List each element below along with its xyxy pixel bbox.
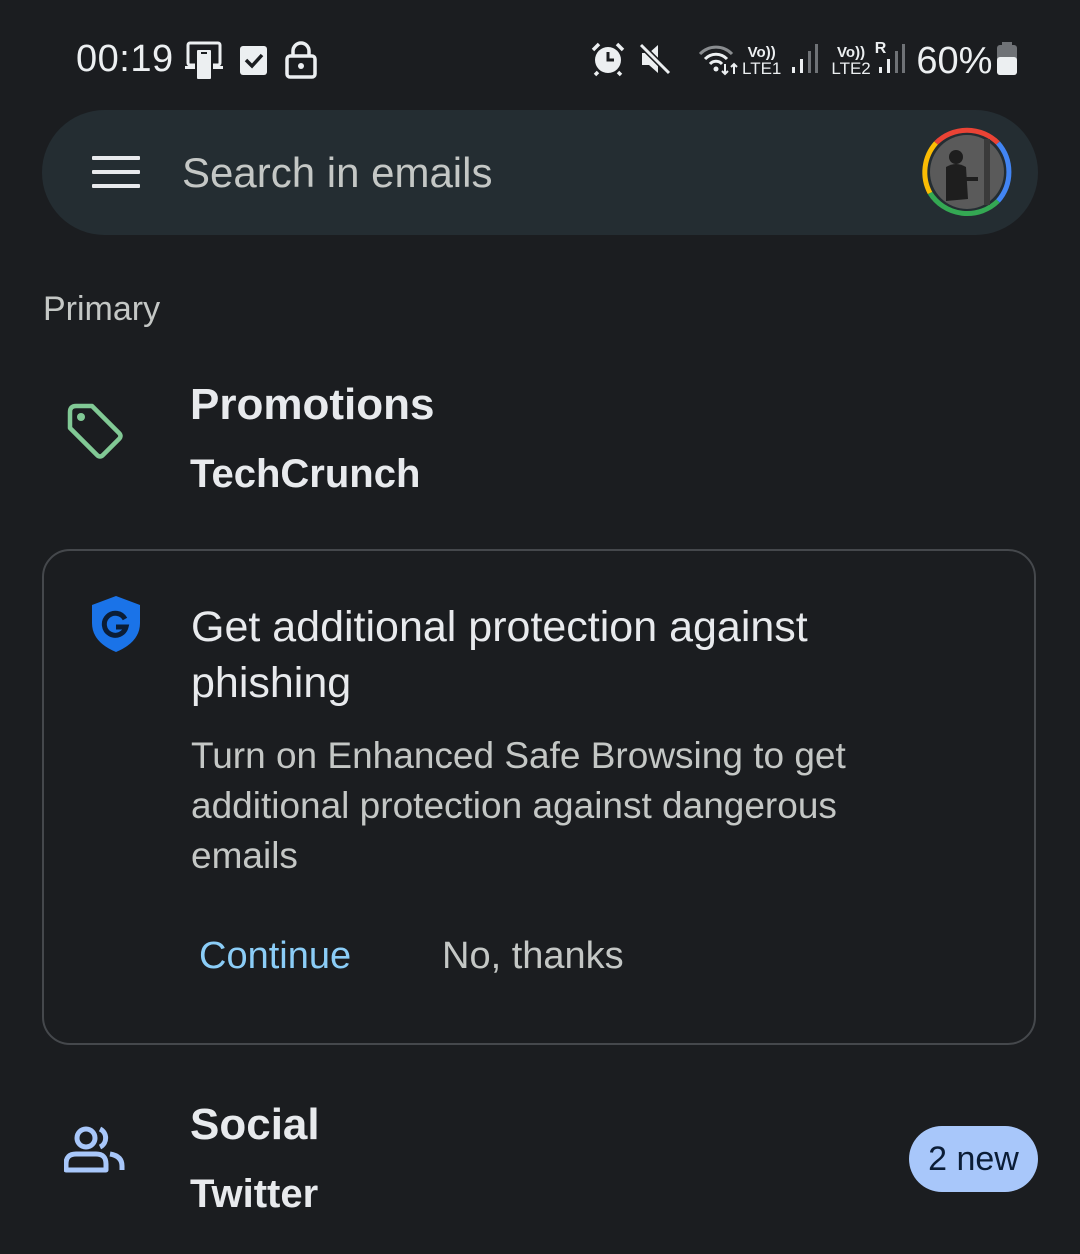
checkbox-icon [238,43,270,82]
search-bar[interactable] [42,110,1038,235]
wifi-icon [698,42,740,81]
safe-browsing-card: Get additional protection against phishi… [42,549,1036,1045]
search-input[interactable] [180,140,884,206]
signal-sim1-icon [791,43,819,80]
continue-button[interactable]: Continue [199,935,351,978]
sim1-network: Vo)) LTE1 [742,44,782,78]
category-promotions[interactable]: Promotions TechCrunch [0,370,1080,510]
battery-icon [996,41,1018,81]
account-avatar[interactable] [916,121,1018,223]
card-title: Get additional protection against phishi… [191,603,808,707]
category-title: Social [190,1100,320,1149]
new-count-badge: 2 new [909,1126,1038,1192]
category-sender: Twitter [190,1172,319,1216]
lock-icon [284,41,318,84]
status-time: 00:19 [76,38,174,80]
category-sender: TechCrunch [190,452,421,496]
tag-icon [64,400,124,465]
category-title: Promotions [190,380,435,429]
mute-icon [638,42,672,81]
section-label-primary: Primary [43,290,161,328]
people-icon [63,1126,126,1179]
no-thanks-button[interactable]: No, thanks [442,935,624,978]
phone-link-icon [184,40,224,85]
status-bar: 00:19 Vo)) LTE1 Vo)) LTE2 R 60% [0,0,1080,110]
alarm-icon [590,41,626,82]
battery-percent: 60% [916,39,993,82]
google-shield-icon [90,595,142,658]
signal-sim2-icon [878,43,906,80]
card-body: Turn on Enhanced Safe Browsing to get ad… [191,735,846,876]
sim2-network: Vo)) LTE2 [831,44,871,78]
hamburger-menu-icon[interactable] [92,156,140,190]
